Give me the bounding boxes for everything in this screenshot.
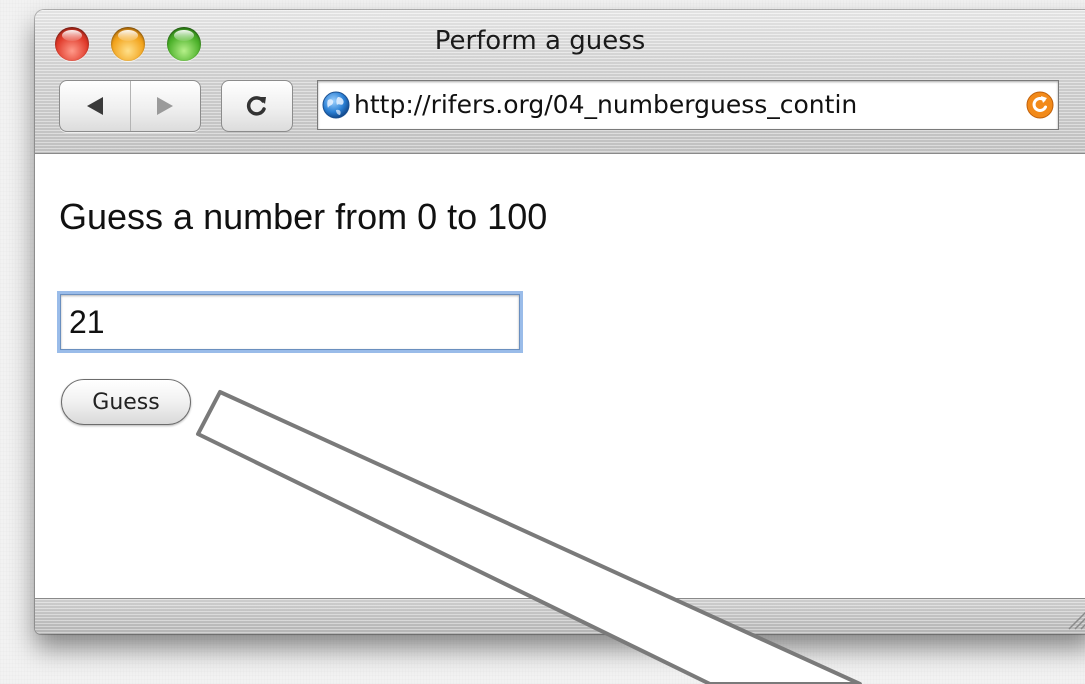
guess-button[interactable]: Guess xyxy=(61,379,191,425)
page-content: Guess a number from 0 to 100 Guess xyxy=(35,154,1085,598)
guess-input[interactable] xyxy=(60,294,520,350)
url-action-icon[interactable] xyxy=(1026,91,1054,119)
globe-icon xyxy=(322,91,350,119)
forward-button[interactable] xyxy=(129,81,201,131)
resize-grip-icon[interactable] xyxy=(1063,605,1085,631)
address-bar[interactable]: http://rifers.org/04_numberguess_contin xyxy=(317,80,1059,130)
browser-window: Perform a guess http://rifers.org/04_num… xyxy=(35,10,1085,634)
status-bar xyxy=(35,598,1085,634)
back-button[interactable] xyxy=(60,81,130,131)
window-titlebar: Perform a guess http://rifers.org/04_num… xyxy=(35,10,1085,154)
reload-icon xyxy=(246,96,266,116)
guess-prompt: Guess a number from 0 to 100 xyxy=(59,196,548,237)
url-text: http://rifers.org/04_numberguess_contin xyxy=(354,90,858,119)
history-navigation xyxy=(59,80,201,132)
back-arrow-icon xyxy=(86,97,103,115)
reload-button[interactable] xyxy=(221,80,293,132)
forward-arrow-icon xyxy=(157,97,174,115)
window-title: Perform a guess xyxy=(434,26,646,56)
